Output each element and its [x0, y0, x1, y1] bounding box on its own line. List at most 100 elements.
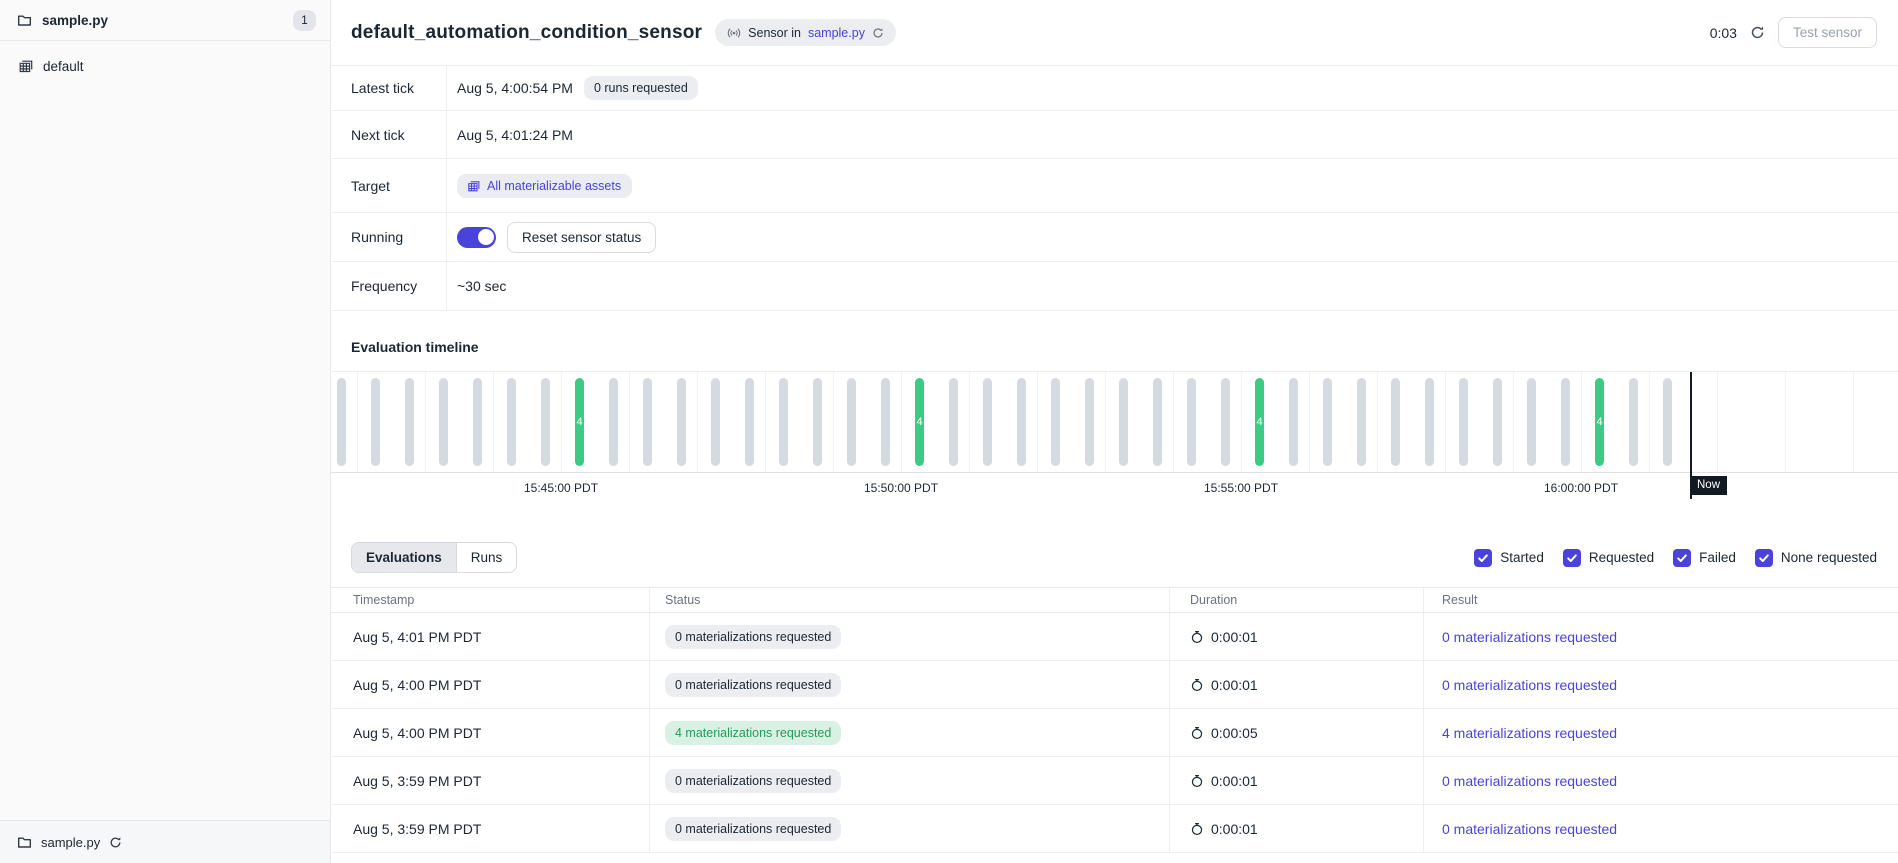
timeline-tick-bar[interactable] [1629, 378, 1638, 466]
status-pill: 0 materializations requested [665, 769, 841, 793]
filter-failed[interactable]: Failed [1673, 549, 1736, 567]
sensor-origin-link[interactable]: sample.py [808, 26, 865, 40]
timeline-tick-bar[interactable] [1391, 378, 1400, 466]
stopwatch-icon [1190, 774, 1204, 788]
tab-runs[interactable]: Runs [456, 543, 517, 572]
filter-none-requested[interactable]: None requested [1755, 549, 1877, 567]
timeline-tick-bar[interactable] [745, 378, 754, 466]
status-cell: 4 materializations requested [650, 709, 1170, 756]
table-row: Aug 5, 4:01 PM PDT0 materializations req… [331, 613, 1898, 661]
reset-sensor-status-button[interactable]: Reset sensor status [507, 222, 656, 253]
timeline-tick-bar[interactable] [711, 378, 720, 466]
timeline-tick-bar-requested[interactable]: 4 [915, 378, 924, 466]
sidebar-code-location[interactable]: sample.py 1 [0, 0, 330, 41]
result-link[interactable]: 4 materializations requested [1442, 725, 1617, 741]
tab-evaluations[interactable]: Evaluations [352, 543, 456, 572]
result-link[interactable]: 0 materializations requested [1442, 773, 1617, 789]
timestamp-cell: Aug 5, 4:00 PM PDT [331, 709, 650, 756]
timeline-tick-bar[interactable] [983, 378, 992, 466]
checkbox-checked[interactable] [1673, 549, 1691, 567]
timeline-gridline [1241, 372, 1242, 472]
sidebar: sample.py 1 default sample.py [0, 0, 331, 863]
timeline-tick-bar[interactable] [1051, 378, 1060, 466]
timeline-tick-bar[interactable] [1459, 378, 1468, 466]
timeline-tick-bar[interactable] [643, 378, 652, 466]
running-toggle[interactable] [457, 227, 496, 248]
duration-value: 0:00:01 [1211, 677, 1258, 693]
timeline-tick-bar[interactable] [881, 378, 890, 466]
filter-label: Failed [1699, 550, 1736, 565]
checkbox-checked[interactable] [1474, 549, 1492, 567]
timeline-tick-bar[interactable] [847, 378, 856, 466]
timeline-tick-bar[interactable] [1153, 378, 1162, 466]
timeline-tick-bar[interactable] [1493, 378, 1502, 466]
sidebar-item-default[interactable]: default [0, 48, 330, 84]
sensor-origin-text: Sensor in [748, 26, 801, 40]
timeline-tick-bar[interactable] [813, 378, 822, 466]
timestamp-value: Aug 5, 3:59 PM PDT [353, 773, 481, 789]
reload-icon[interactable] [109, 836, 122, 849]
filter-started[interactable]: Started [1474, 549, 1544, 567]
status-pill: 4 materializations requested [665, 721, 841, 745]
timeline-axis-labels: 15:45:00 PDT15:50:00 PDT15:55:00 PDT16:0… [331, 473, 1898, 497]
refresh-button[interactable] [1748, 23, 1767, 42]
timeline-tick-bar[interactable] [1221, 378, 1230, 466]
filter-requested[interactable]: Requested [1563, 549, 1654, 567]
timeline-tick-bar-requested[interactable]: 4 [575, 378, 584, 466]
table-row: Aug 5, 4:00 PM PDT0 materializations req… [331, 661, 1898, 709]
reload-icon[interactable] [872, 27, 884, 39]
timeline-tick-bar[interactable] [337, 378, 346, 466]
timeline-tick-bar[interactable] [541, 378, 550, 466]
page-header: default_automation_condition_sensor Sens… [331, 0, 1898, 66]
timeline-tick-bar[interactable] [1085, 378, 1094, 466]
timeline-tick-bar[interactable] [1289, 378, 1298, 466]
timeline-tick-bar[interactable] [1017, 378, 1026, 466]
result-link[interactable]: 0 materializations requested [1442, 821, 1617, 837]
timeline-tick-bar[interactable] [473, 378, 482, 466]
timeline-tick-bar[interactable] [1561, 378, 1570, 466]
table-row: Aug 5, 3:59 PM PDT 0 materializations req… [331, 805, 1898, 853]
sensor-icon [727, 26, 741, 40]
timestamp-value: Aug 5, 3:59 PM PDT [353, 821, 481, 837]
timeline-tick-bar-requested[interactable]: 4 [1255, 378, 1264, 466]
duration-value: 0:00:01 [1211, 821, 1258, 837]
timeline-tick-bar[interactable] [1357, 378, 1366, 466]
footer-code-location-label: sample.py [41, 835, 100, 850]
timeline-tick-bar[interactable] [1187, 378, 1196, 466]
timeline-tick-bar[interactable] [371, 378, 380, 466]
timeline-tick-bar[interactable] [779, 378, 788, 466]
status-cell: 0 materializations requested [650, 757, 1170, 804]
stopwatch-icon [1190, 678, 1204, 692]
timeline-tick-bar[interactable] [1663, 378, 1672, 466]
meta-row-frequency: Frequency ~30 sec [331, 262, 1898, 311]
timeline-tick-bar[interactable] [1527, 378, 1536, 466]
timeline-tick-bar[interactable] [507, 378, 516, 466]
now-marker-tooltip: Now [1690, 476, 1727, 495]
code-location-label: sample.py [42, 13, 108, 28]
count-badge: 1 [293, 10, 316, 31]
next-tick-value: Aug 5, 4:01:24 PM [457, 127, 573, 143]
duration-cell: 0:00:01 [1170, 613, 1424, 660]
timeline-gridline [697, 372, 698, 472]
timeline-tick-bar-requested[interactable]: 4 [1595, 378, 1604, 466]
checkbox-checked[interactable] [1755, 549, 1773, 567]
result-link[interactable]: 0 materializations requested [1442, 677, 1617, 693]
meta-label: Frequency [331, 262, 447, 310]
column-header-timestamp: Timestamp [331, 588, 650, 612]
timeline-tick-bar[interactable] [1119, 378, 1128, 466]
column-header-duration: Duration [1170, 588, 1424, 612]
checkbox-checked[interactable] [1563, 549, 1581, 567]
timeline-tick-bar[interactable] [405, 378, 414, 466]
timeline-tick-bar[interactable] [1425, 378, 1434, 466]
timeline-tick-bar[interactable] [609, 378, 618, 466]
evaluation-timeline-section: Evaluation timeline 4444Now 15:45:00 PDT… [331, 339, 1898, 497]
result-link[interactable]: 0 materializations requested [1442, 629, 1617, 645]
filter-label: Requested [1589, 550, 1654, 565]
test-sensor-button[interactable]: Test sensor [1778, 17, 1877, 48]
column-header-status: Status [650, 588, 1170, 612]
timeline-tick-bar[interactable] [439, 378, 448, 466]
timeline-tick-bar[interactable] [1323, 378, 1332, 466]
target-assets-pill[interactable]: All materializable assets [457, 174, 632, 198]
timeline-tick-bar[interactable] [677, 378, 686, 466]
timeline-tick-bar[interactable] [949, 378, 958, 466]
